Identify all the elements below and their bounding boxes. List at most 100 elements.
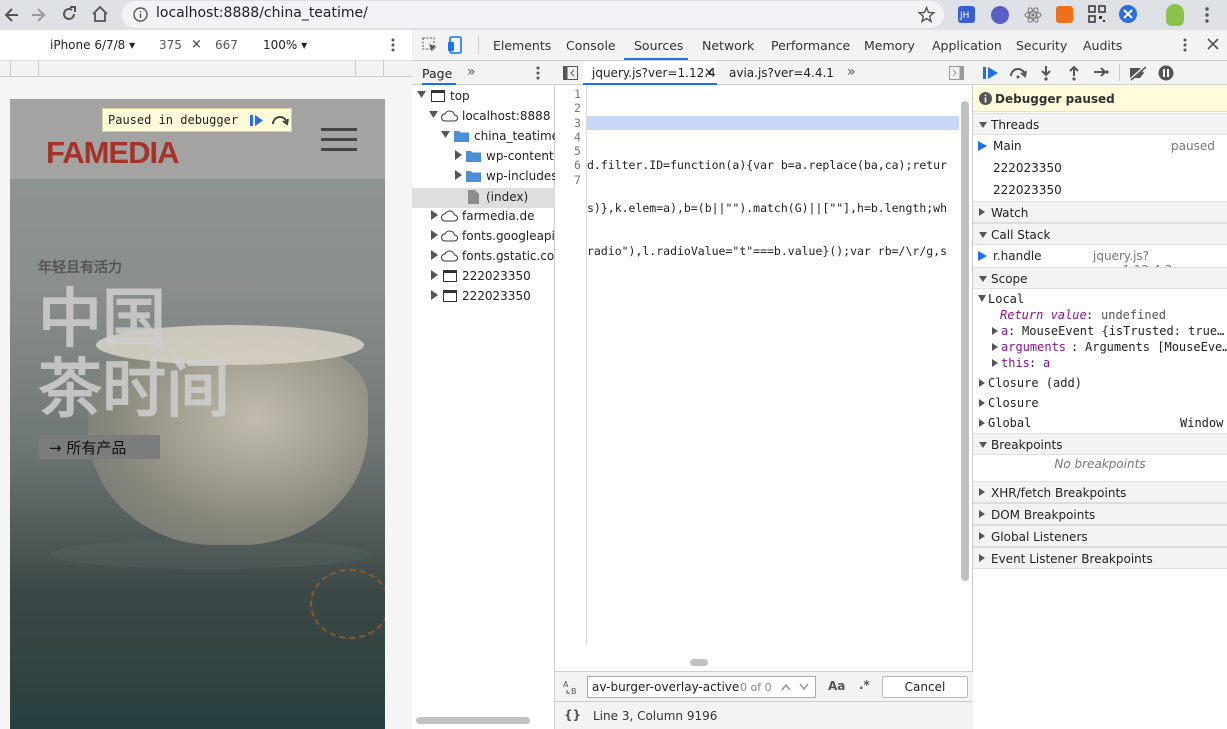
line-number[interactable]: 2 [574, 101, 581, 115]
navigator-hscrollbar[interactable] [416, 717, 530, 724]
section-scope[interactable]: Scope [973, 267, 1227, 289]
line-number[interactable]: 5 [574, 144, 581, 158]
code-area[interactable]: d.filter.ID=function(a){var b=a.replace(… [587, 85, 959, 645]
cancel-search-button[interactable]: Cancel [882, 676, 968, 698]
all-products-button[interactable]: → 所有产品 [39, 435, 160, 459]
section-event-listener-breakpoints[interactable]: Event Listener Breakpoints [973, 547, 1227, 569]
devtools-menu-icon[interactable] [1183, 38, 1187, 52]
navigator-more-button[interactable]: » [467, 64, 476, 80]
scope-local[interactable]: Local [973, 291, 1227, 307]
search-replace-icon[interactable]: AB [563, 679, 579, 695]
line-number[interactable]: 4 [574, 130, 581, 144]
burger-menu-icon[interactable] [321, 127, 357, 153]
extension-circle-icon[interactable] [991, 6, 1009, 24]
tab-memory[interactable]: Memory [864, 38, 915, 53]
tree-item-farmedia[interactable]: farmedia.de [412, 208, 555, 228]
tab-security[interactable]: Security [1016, 38, 1067, 53]
tree-item-wp-includes[interactable]: wp-includes/ [412, 168, 555, 188]
regex-button[interactable]: .* [859, 678, 870, 692]
tab-console[interactable]: Console [566, 38, 616, 53]
tab-elements[interactable]: Elements [493, 38, 551, 53]
section-watch[interactable]: Watch [973, 201, 1227, 223]
step-over-icon[interactable] [271, 113, 289, 127]
address-bar[interactable]: localhost:8888/china_teatime/ [122, 1, 944, 28]
back-icon[interactable] [4, 6, 20, 24]
section-dom-breakpoints[interactable]: DOM Breakpoints [973, 503, 1227, 525]
thread-row[interactable]: 222023350 [973, 157, 1227, 179]
deactivate-breakpoints-icon[interactable] [1128, 65, 1148, 81]
extension-jh-icon[interactable]: JH [958, 6, 975, 23]
editor-hscrollbar[interactable] [690, 659, 708, 666]
device-width-input[interactable]: 375 [159, 38, 182, 52]
tree-item-index[interactable]: (index) [412, 188, 555, 208]
line-number[interactable]: 6 [574, 158, 581, 172]
browser-menu-icon[interactable] [1204, 6, 1210, 24]
editor-tab-jquery[interactable]: jquery.js?ver=1.12.4 × [583, 61, 717, 85]
resume-icon[interactable] [250, 114, 264, 127]
extension-orange-icon[interactable] [1056, 6, 1073, 23]
site-logo[interactable]: FAMEDIA [46, 135, 179, 171]
search-prev-icon[interactable] [781, 683, 791, 691]
tab-network[interactable]: Network [702, 38, 754, 53]
section-breakpoints[interactable]: Breakpoints [973, 433, 1227, 455]
step-icon[interactable] [1093, 66, 1109, 78]
profile-avatar[interactable] [1166, 4, 1184, 26]
device-height-input[interactable]: 667 [215, 38, 238, 52]
tab-page[interactable]: Page [422, 66, 452, 81]
thread-row-main[interactable]: Main paused [973, 135, 1227, 157]
tab-sources[interactable]: Sources [634, 38, 683, 53]
device-more-icon[interactable] [391, 38, 395, 52]
section-xhr-breakpoints[interactable]: XHR/fetch Breakpoints [973, 481, 1227, 503]
extension-blue-icon[interactable] [1119, 5, 1137, 23]
search-next-icon[interactable] [799, 683, 809, 691]
tree-item-frame-2[interactable]: 222023350 [412, 288, 555, 308]
tab-audits[interactable]: Audits [1083, 38, 1122, 53]
match-case-button[interactable]: Aa [828, 679, 845, 693]
thread-row[interactable]: 222023350 [973, 179, 1227, 201]
reload-icon[interactable] [60, 5, 78, 23]
scope-property[interactable]: arguments : Arguments [MouseEve… [973, 339, 1227, 355]
home-icon[interactable] [91, 5, 109, 23]
scope-closure[interactable]: Closure [973, 395, 1227, 415]
pause-on-exceptions-icon[interactable] [1158, 65, 1174, 81]
bookmark-star-icon[interactable] [918, 6, 935, 23]
editor-tab-avia[interactable]: avia.js?ver=4.4.1 [729, 66, 834, 80]
section-threads[interactable]: Threads [973, 113, 1227, 135]
tree-item-top[interactable]: top [412, 88, 555, 108]
device-select[interactable]: iPhone 6/7/8 ▾ [50, 38, 135, 52]
scope-property[interactable]: this : a [973, 355, 1227, 371]
section-call-stack[interactable]: Call Stack [973, 223, 1227, 245]
close-devtools-icon[interactable] [1207, 38, 1219, 50]
editor-tabs-more-button[interactable]: » [847, 64, 856, 80]
toggle-debugger-icon[interactable] [949, 66, 964, 80]
close-tab-icon[interactable]: × [704, 65, 714, 79]
navigator-menu-icon[interactable] [536, 66, 540, 80]
extension-qr-icon[interactable] [1088, 5, 1106, 23]
toggle-navigator-icon[interactable] [563, 66, 578, 80]
search-input[interactable]: av-burger-overlay-active 0 of 0 [587, 676, 816, 698]
scope-property[interactable]: a : MouseEvent {isTrusted: true… [973, 323, 1227, 339]
tree-item-frame-1[interactable]: 222023350 [412, 268, 555, 288]
line-number[interactable]: 1 [574, 87, 581, 101]
forward-icon[interactable] [30, 6, 46, 24]
tree-item-wp-content[interactable]: wp-content [412, 148, 555, 168]
tab-application[interactable]: Application [932, 38, 1002, 53]
media-query-ruler[interactable] [0, 61, 412, 77]
step-into-icon[interactable] [1040, 65, 1052, 81]
tree-item-fonts-gstatic[interactable]: fonts.gstatic.com [412, 248, 555, 268]
pretty-print-button[interactable]: {} [564, 708, 581, 722]
step-over-icon[interactable] [1009, 65, 1027, 79]
zoom-select[interactable]: 100% ▾ [263, 38, 307, 52]
line-number[interactable]: 7 [574, 173, 581, 187]
tree-item-china-teatime[interactable]: china_teatime [412, 128, 559, 148]
info-icon[interactable] [133, 7, 148, 22]
section-global-listeners[interactable]: Global Listeners [973, 525, 1227, 547]
line-number[interactable]: 3 [574, 116, 581, 130]
extension-react-icon[interactable] [1023, 5, 1043, 25]
step-out-icon[interactable] [1068, 65, 1080, 81]
call-frame-row[interactable]: r.handle jquery.js?ver=1.12.4:3 [973, 245, 1227, 277]
scope-closure[interactable]: Closure (add) [973, 375, 1227, 395]
scope-property[interactable]: Return value : undefined [973, 307, 1227, 323]
tree-item-localhost[interactable]: localhost:8888 [412, 108, 555, 128]
inspect-element-icon[interactable] [422, 37, 438, 53]
